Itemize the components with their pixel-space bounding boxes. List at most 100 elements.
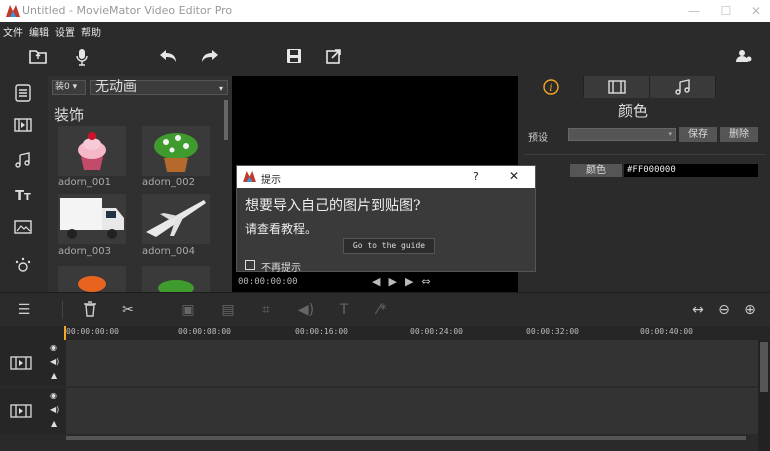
library-item-partial[interactable] [142,266,210,292]
next-frame-icon[interactable]: ▶ [405,275,421,288]
fit-timeline-icon[interactable]: ↔ [688,301,708,319]
minimize-button[interactable]: — [680,2,708,20]
guide-button[interactable]: Go to the guide [343,238,435,254]
play-icon[interactable]: ▶ [388,275,404,288]
volume-icon[interactable]: ◀) [296,301,316,319]
library-item-label: adorn_003 [58,246,111,257]
color-picker-button[interactable]: 颜色 [570,164,622,177]
horizontal-scrollbar[interactable] [66,436,746,440]
cut-icon[interactable]: ✂ [118,301,138,319]
divider [62,301,63,319]
dont-show-checkbox[interactable] [245,260,255,270]
sticker-icon[interactable] [8,220,38,242]
library-item-partial[interactable] [58,266,126,292]
paste-icon[interactable]: ▤ [218,301,238,319]
main-toolbar [0,40,770,76]
tab-info[interactable]: i [518,76,584,98]
preset-label: 预设 [528,133,548,144]
prev-frame-icon[interactable]: ◀ [372,275,388,288]
copy-icon[interactable]: ▣ [178,301,198,319]
preset-select[interactable]: ▾ [568,128,676,141]
delete-preset-button[interactable]: 删除 [720,127,758,142]
account-icon[interactable] [734,48,754,68]
maximize-button[interactable]: ☐ [712,2,740,20]
properties-panel: i 颜色 预设 ▾ 保存 删除 颜色 #FF000000 [518,76,770,292]
scrollbar-thumb[interactable] [760,342,768,392]
media-library-icon[interactable] [8,84,38,106]
music-icon[interactable] [8,152,38,174]
timeline-tracks: ◉ ◀) ▲ ◉ ◀) ▲ [0,340,770,451]
visibility-icon[interactable]: ◉ [50,343,57,352]
open-folder-icon[interactable] [28,48,48,68]
dont-show-label: 不再提示 [261,263,301,274]
zoom-in-icon[interactable]: ⊕ [740,301,760,319]
loop-icon[interactable]: ⇔ [421,275,438,288]
zoom-out-icon[interactable]: ⊖ [714,301,734,319]
timeline-ruler[interactable]: 00:00:00:00 00:00:08:00 00:00:16:00 00:0… [0,326,770,340]
library-item-label: adorn_002 [142,177,195,188]
ruler-tick: 00:00:24:00 [410,327,463,336]
music-icon [674,79,690,95]
tip-dialog: 提示 ? ✕ 想要导入自己的图片到贴图? 请查看教程。 Go to the gu… [236,165,536,274]
color-value-field[interactable]: #FF000000 [624,164,758,177]
menu-settings[interactable]: 设置 [52,22,78,39]
effects-icon[interactable] [8,256,38,278]
track-list-icon[interactable]: ☰ [14,301,34,319]
lock-icon[interactable]: ▲ [51,371,57,380]
track-video-2[interactable] [66,388,758,434]
mute-icon[interactable]: ◀) [50,357,59,366]
ruler-tick: 00:00:08:00 [178,327,231,336]
save-icon[interactable] [284,48,304,68]
dialog-title: 提示 [261,175,281,186]
library-item-label: adorn_001 [58,177,111,188]
delete-icon[interactable] [80,301,100,319]
dialog-submessage: 请查看教程。 [245,222,318,236]
export-icon[interactable] [324,48,344,68]
tab-video[interactable] [584,76,650,98]
save-preset-button[interactable]: 保存 [679,127,717,142]
library-panel: 装0 ▾ 无动画 ▾ 装饰 adorn_001 adorn_002 adorn_0… [48,76,232,292]
tab-audio[interactable] [650,76,716,98]
microphone-icon[interactable] [72,48,92,68]
category-select[interactable]: 装0 ▾ [52,80,86,95]
divider [524,154,766,155]
category-select-value: 装0 [55,82,70,92]
text-icon[interactable]: TT [8,186,38,208]
svg-text:i: i [549,83,552,94]
menu-edit[interactable]: 编辑 [26,22,52,39]
crop-icon[interactable]: ⌗ [256,301,276,319]
library-item-label: adorn_004 [142,246,195,257]
dialog-help-button[interactable]: ? [473,170,479,183]
lock-icon[interactable]: ▲ [51,419,57,428]
mute-icon[interactable]: ◀) [50,405,59,414]
vertical-scrollbar[interactable] [758,340,770,451]
text-tool-icon[interactable]: T [334,301,354,319]
dialog-close-button[interactable]: ✕ [509,169,519,183]
dialog-message: 想要导入自己的图片到贴图? [245,198,421,214]
filter-select-value: 无动画 [95,79,137,95]
menu-file[interactable]: 文件 [0,22,26,39]
video-track-icon [10,404,32,418]
track-video-1[interactable] [66,340,758,386]
visibility-icon[interactable]: ◉ [50,391,57,400]
timeline-toolbar: ☰ ✂ ▣ ▤ ⌗ ◀) T ⁄* ↔ ⊖ ⊕ [0,292,770,326]
close-button[interactable]: ✕ [742,2,770,20]
magic-wand-icon[interactable]: ⁄* [372,301,392,319]
library-item-adorn-004[interactable] [142,194,210,244]
library-scrollbar[interactable] [224,100,228,140]
library-item-adorn-003[interactable] [58,194,126,244]
library-item-adorn-002[interactable] [142,126,210,176]
menu-help[interactable]: 帮助 [78,22,104,39]
filter-select[interactable]: 无动画 ▾ [90,80,228,95]
undo-icon[interactable] [158,48,178,68]
ruler-tick: 00:00:00:00 [66,327,119,336]
video-clip-icon[interactable] [8,118,38,140]
plant-icon [154,133,198,172]
library-item-adorn-001[interactable] [58,126,126,176]
preview-timecode[interactable]: 00:00:00:00 [238,277,298,287]
info-icon: i [542,79,559,95]
fish-icon [78,276,106,292]
redo-icon[interactable] [200,48,220,68]
ruler-tick: 00:00:32:00 [526,327,579,336]
track-header-video-1: ◉ ◀) ▲ [0,340,66,386]
